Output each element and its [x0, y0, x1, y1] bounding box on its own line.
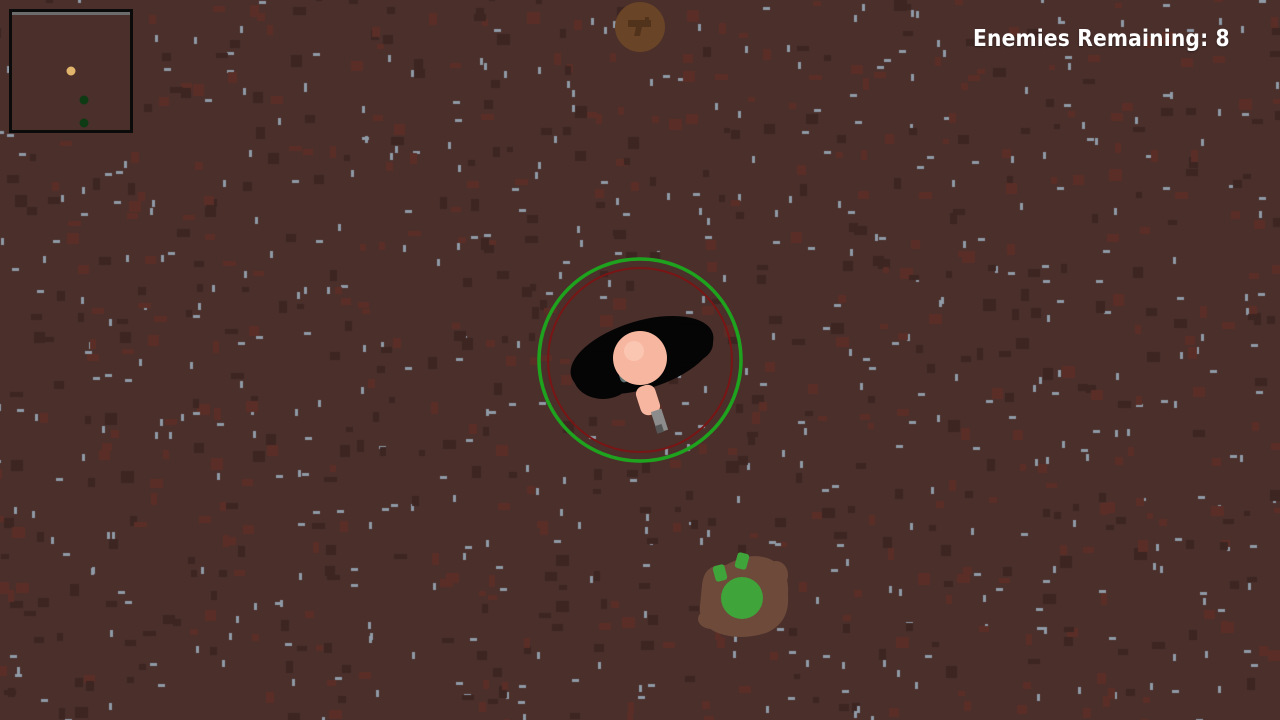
- zombie-enemy: [690, 545, 800, 645]
- pistol-icon: [628, 17, 651, 36]
- minimap-top-edge: [12, 12, 130, 15]
- game-viewport[interactable]: Enemies Remaining: 8: [0, 0, 1280, 720]
- minimap: [9, 9, 133, 133]
- enemies-remaining-counter: Enemies Remaining: 8: [973, 26, 1230, 52]
- player-character: [535, 255, 745, 465]
- minimap-enemy-marker: [79, 118, 89, 128]
- minimap-enemy-marker: [79, 95, 89, 105]
- minimap-player-marker: [66, 66, 76, 76]
- weapon-pickup[interactable]: [615, 2, 665, 52]
